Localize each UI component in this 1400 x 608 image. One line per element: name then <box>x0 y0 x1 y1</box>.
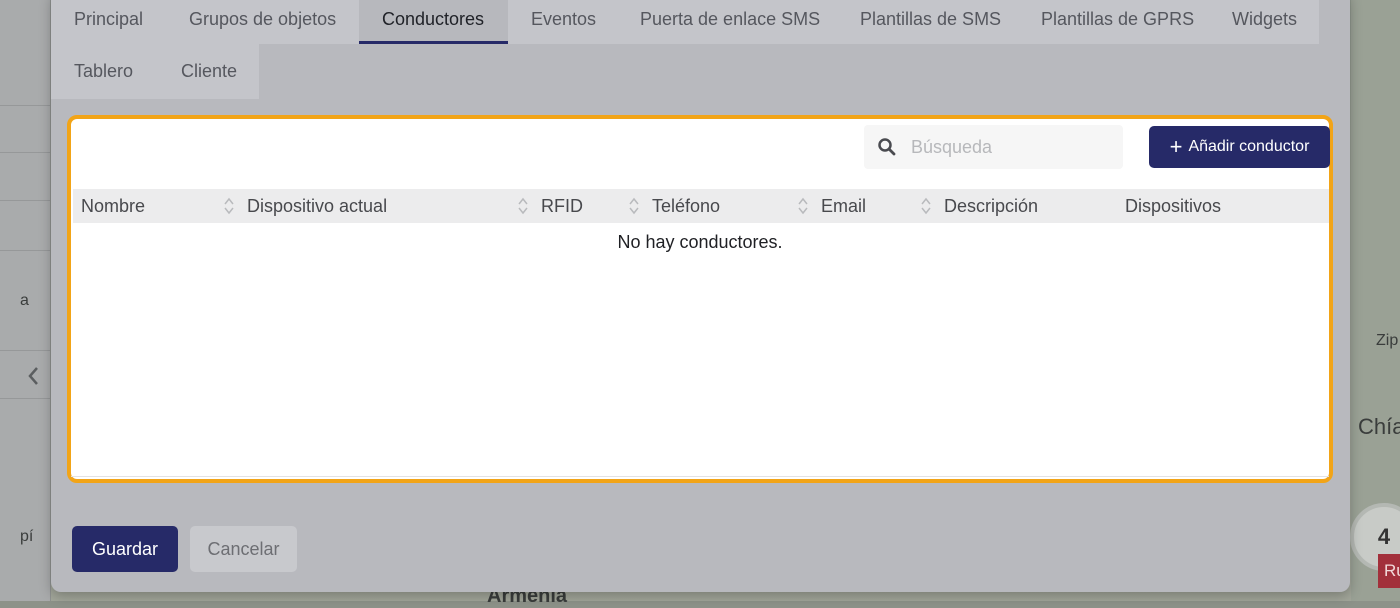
add-driver-label: Añadir conductor <box>1188 138 1310 155</box>
tab-grupos-de-objetos[interactable]: Grupos de objetos <box>166 0 359 44</box>
map-label: Zip <box>1376 332 1399 349</box>
search-box <box>864 125 1123 169</box>
search-icon <box>877 137 897 157</box>
column-label: Descripción <box>944 195 1039 216</box>
map-tag: Ru <box>1378 554 1400 588</box>
sort-icon[interactable] <box>797 195 809 217</box>
tab-widgets[interactable]: Widgets <box>1209 0 1319 44</box>
column-label: Dispositivo actual <box>247 195 388 216</box>
sort-icon[interactable] <box>517 195 529 217</box>
tab-cliente[interactable]: Cliente <box>158 44 259 99</box>
chevron-left-icon[interactable] <box>27 366 41 386</box>
column-header-telefono[interactable]: Teléfono <box>652 189 720 223</box>
column-header-descripcion[interactable]: Descripción <box>944 189 1038 223</box>
column-label: Teléfono <box>652 195 721 216</box>
map-label: a <box>20 292 29 309</box>
sort-icon[interactable] <box>628 195 640 217</box>
tab-puerta-de-enlace-sms[interactable]: Puerta de enlace SMS <box>617 0 837 44</box>
column-label: Email <box>821 195 867 216</box>
tabs-row-1: Principal Grupos de objetos Conductores … <box>51 0 1319 44</box>
table-header: Nombre Dispositivo actual RFID Teléfono … <box>73 189 1329 223</box>
column-header-rfid[interactable]: RFID <box>541 189 583 223</box>
cancel-button[interactable]: Cancelar <box>190 526 297 572</box>
divider <box>71 476 1329 477</box>
tab-conductores[interactable]: Conductores <box>359 0 508 44</box>
search-input[interactable] <box>909 135 1113 159</box>
plus-icon: + <box>1169 134 1183 159</box>
column-label: Nombre <box>81 195 146 216</box>
map-label: pí <box>20 528 34 545</box>
empty-table-message: No hay conductores. <box>617 232 783 252</box>
column-label: Dispositivos <box>1125 195 1222 216</box>
tab-principal[interactable]: Principal <box>51 0 166 44</box>
column-label: RFID <box>541 195 583 216</box>
tabs-row-2: Tablero Cliente <box>51 44 259 99</box>
sort-icon[interactable] <box>223 195 235 217</box>
tab-eventos[interactable]: Eventos <box>508 0 617 44</box>
tab-tablero[interactable]: Tablero <box>51 44 158 99</box>
column-header-email[interactable]: Email <box>821 189 866 223</box>
tab-plantillas-de-sms[interactable]: Plantillas de SMS <box>837 0 1018 44</box>
column-header-dispositivos: Dispositivos <box>1125 189 1221 223</box>
tab-plantillas-de-gprs[interactable]: Plantillas de GPRS <box>1018 0 1209 44</box>
add-driver-button[interactable]: + Añadir conductor <box>1149 126 1330 168</box>
column-header-dispositivo-actual[interactable]: Dispositivo actual <box>247 189 387 223</box>
drivers-panel: + Añadir conductor Nombre Dispositivo ac… <box>67 115 1333 483</box>
column-header-nombre[interactable]: Nombre <box>81 189 145 223</box>
save-button[interactable]: Guardar <box>72 526 178 572</box>
sort-icon[interactable] <box>920 195 932 217</box>
map-label: Chía <box>1358 414 1400 439</box>
settings-modal: Principal Grupos de objetos Conductores … <box>51 0 1350 592</box>
